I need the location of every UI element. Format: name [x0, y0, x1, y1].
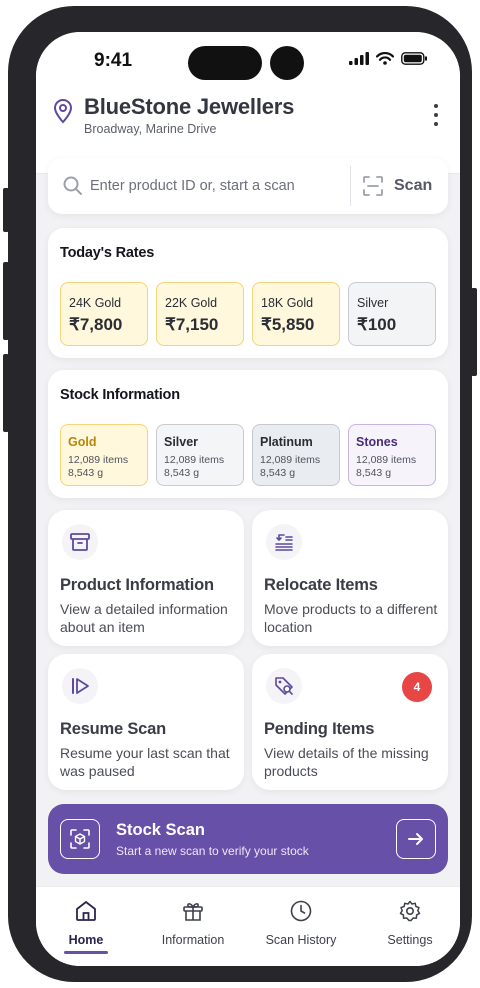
rates-title: Today's Rates: [60, 245, 155, 261]
archive-box-icon: [70, 533, 90, 551]
resume-play-icon: [72, 678, 89, 694]
icon-circle: [62, 524, 98, 560]
nav-label: Home: [68, 933, 104, 947]
rate-label: 22K Gold: [165, 296, 218, 310]
rates-card: Today's Rates 24K Gold ₹7,800 22K Gold ₹…: [48, 228, 448, 358]
store-name: BlueStone Jewellers: [84, 94, 295, 119]
rate-label: 18K Gold: [261, 296, 314, 310]
stock-weight: 8,543 g: [164, 467, 200, 479]
product-information-card[interactable]: Product Information View a detailed info…: [48, 510, 244, 646]
relocate-icon: [275, 534, 293, 551]
status-bar: 9:41: [36, 32, 460, 90]
scan-frame-icon: [363, 176, 383, 196]
more-vertical-icon[interactable]: [432, 104, 440, 126]
icon-circle: [266, 668, 302, 704]
gear-icon: [399, 900, 421, 922]
battery-icon: [401, 52, 427, 65]
location-pin-icon: [53, 99, 73, 124]
phone-side-button: [3, 354, 9, 432]
scan-button[interactable]: Scan: [358, 164, 444, 208]
nav-scan-history[interactable]: Scan History: [251, 897, 351, 957]
app-screen: 9:41 BlueStone Jewellers Broadway, Marin…: [36, 32, 460, 966]
stock-card: Stock Information Gold 12,089 items 8,54…: [48, 370, 448, 498]
rate-value: ₹7,150: [165, 315, 219, 334]
search-icon: [63, 176, 82, 195]
rate-item[interactable]: 24K Gold ₹7,800: [60, 282, 148, 346]
phone-side-button: [3, 188, 9, 232]
clock-icon: [290, 900, 312, 922]
stock-count: 12,089 items: [164, 454, 225, 466]
stock-count: 12,089 items: [356, 454, 417, 466]
front-camera: [270, 46, 304, 80]
relocate-items-card[interactable]: Relocate Items Move products to a differ…: [252, 510, 448, 646]
stock-weight: 8,543 g: [356, 467, 392, 479]
stock-weight: 8,543 g: [260, 467, 296, 479]
action-description: View a detailed information about an ite…: [60, 601, 228, 635]
nav-label: Settings: [387, 933, 433, 947]
resume-scan-card[interactable]: Resume Scan Resume your last scan that w…: [48, 654, 244, 790]
icon-circle: [266, 524, 302, 560]
search-input[interactable]: [90, 168, 340, 204]
dynamic-island: [188, 46, 262, 80]
action-title: Pending Items: [264, 720, 375, 738]
tag-search-icon: [275, 677, 293, 695]
stock-name: Platinum: [260, 435, 313, 449]
rate-label: Silver: [357, 296, 389, 310]
nav-information[interactable]: Information: [143, 897, 243, 957]
scan-cube-icon: [60, 819, 100, 859]
status-time: 9:41: [94, 50, 133, 71]
stock-item-silver[interactable]: Silver 12,089 items 8,543 g: [156, 424, 244, 486]
action-title: Product Information: [60, 576, 214, 594]
gift-icon: [183, 903, 203, 921]
rate-value: ₹7,800: [69, 315, 123, 334]
rate-value: ₹5,850: [261, 315, 315, 334]
icon-circle: [62, 668, 98, 704]
phone-side-button: [471, 288, 477, 376]
nav-label: Scan History: [265, 933, 337, 947]
bottom-navigation: Home Information Scan History Settings: [36, 886, 460, 966]
action-description: Move products to a different location: [264, 601, 438, 635]
rate-item[interactable]: 18K Gold ₹5,850: [252, 282, 340, 346]
stock-scan-button[interactable]: Stock Scan Start a new scan to verify yo…: [48, 804, 448, 874]
stock-count: 12,089 items: [68, 454, 129, 466]
action-description: Resume your last scan that was paused: [60, 745, 230, 779]
wifi-icon: [376, 52, 394, 65]
stock-item-stones[interactable]: Stones 12,089 items 8,543 g: [348, 424, 436, 486]
search-divider: [350, 166, 351, 206]
phone-side-button: [3, 262, 9, 340]
action-description: View details of the missing products: [264, 745, 429, 779]
stock-name: Gold: [68, 435, 97, 449]
rate-label: 24K Gold: [69, 296, 122, 310]
nav-label: Information: [161, 933, 225, 947]
action-title: Relocate Items: [264, 576, 378, 594]
stock-scan-subtitle: Start a new scan to verify your stock: [116, 844, 309, 858]
pending-items-card[interactable]: 4 Pending Items View details of the miss…: [252, 654, 448, 790]
stock-scan-title: Stock Scan: [116, 821, 205, 839]
nav-settings[interactable]: Settings: [360, 897, 460, 957]
stock-item-platinum[interactable]: Platinum 12,089 items 8,543 g: [252, 424, 340, 486]
stock-item-gold[interactable]: Gold 12,089 items 8,543 g: [60, 424, 148, 486]
nav-home[interactable]: Home: [36, 897, 136, 957]
active-indicator: [64, 951, 108, 954]
store-location: Broadway, Marine Drive: [84, 122, 217, 136]
rate-item[interactable]: Silver ₹100: [348, 282, 436, 346]
stock-name: Silver: [164, 435, 199, 449]
rate-value: ₹100: [357, 315, 397, 334]
scan-label: Scan: [394, 177, 433, 194]
home-icon: [76, 901, 96, 921]
search-bar: Scan: [48, 158, 448, 214]
phone-frame: 9:41 BlueStone Jewellers Broadway, Marin…: [8, 6, 472, 982]
rate-item[interactable]: 22K Gold ₹7,150: [156, 282, 244, 346]
status-icons: [349, 52, 428, 65]
stock-count: 12,089 items: [260, 454, 321, 466]
stock-name: Stones: [356, 435, 398, 449]
arrow-right-icon: [396, 819, 436, 859]
pending-count-badge: 4: [402, 672, 432, 702]
stock-title: Stock Information: [60, 387, 180, 403]
action-title: Resume Scan: [60, 720, 167, 738]
signal-icon: [349, 52, 369, 65]
stock-weight: 8,543 g: [68, 467, 104, 479]
